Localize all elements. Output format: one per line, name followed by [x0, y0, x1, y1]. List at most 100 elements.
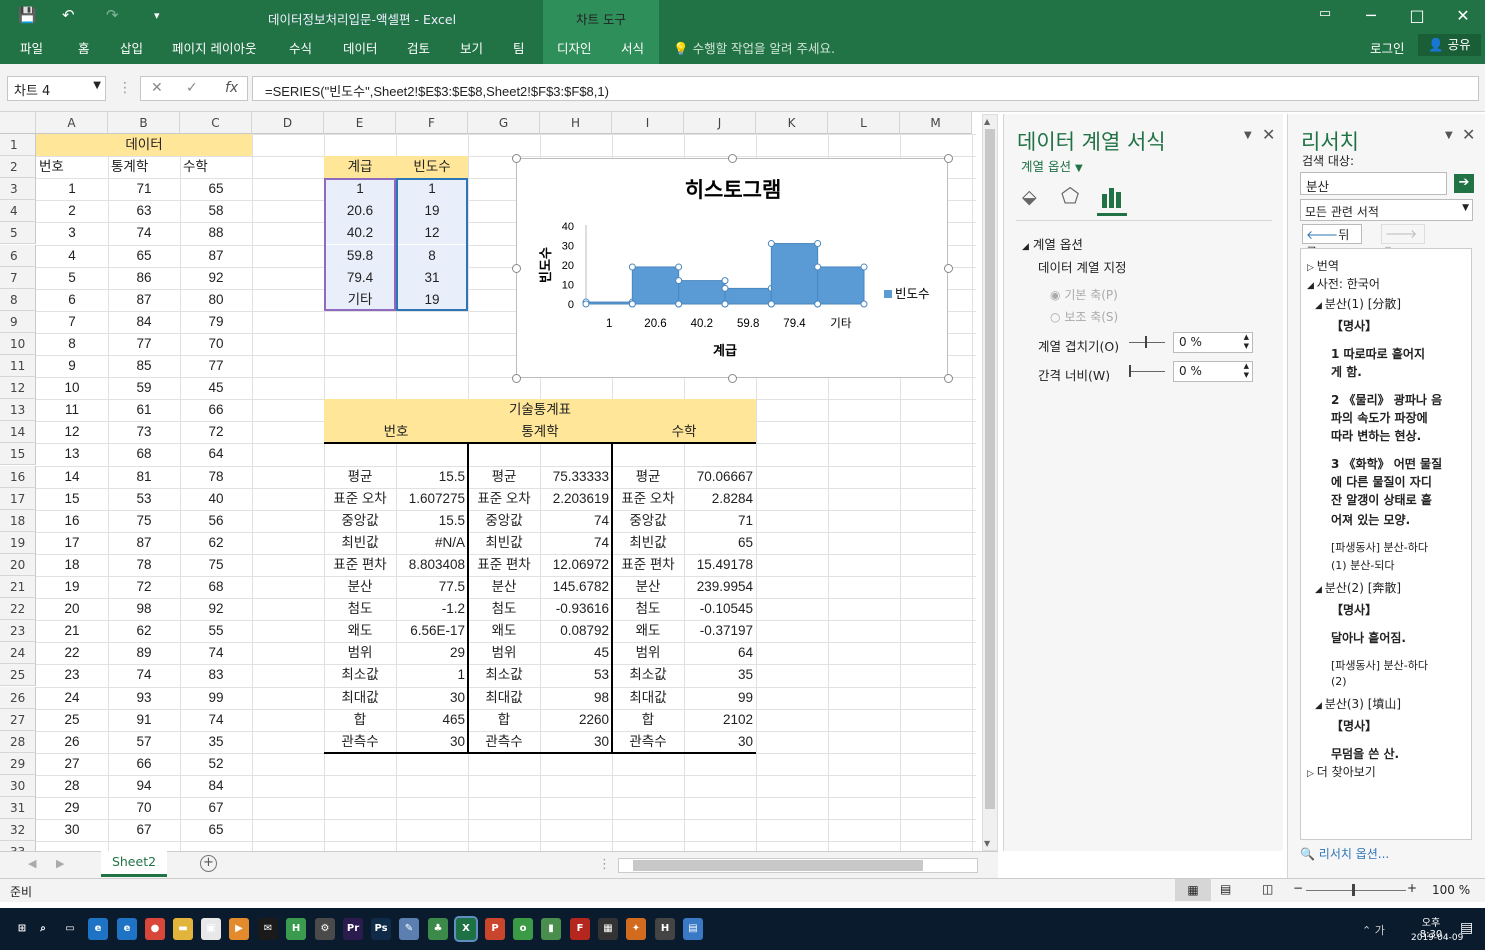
- enter-icon[interactable]: ✓: [186, 80, 198, 96]
- app-icon[interactable]: ♣: [428, 918, 448, 940]
- app-icon[interactable]: ▤: [683, 918, 703, 940]
- stats-value-cell[interactable]: 74: [540, 532, 612, 554]
- data-cell[interactable]: 28: [36, 775, 108, 797]
- next-sheet-icon[interactable]: ▶: [56, 857, 64, 870]
- data-cell[interactable]: 61: [108, 399, 180, 421]
- row-header-6[interactable]: 6: [0, 244, 36, 267]
- data-cell[interactable]: 55: [180, 620, 252, 642]
- stats-value-cell[interactable]: 15.5: [396, 510, 468, 532]
- column-header-e[interactable]: E: [324, 112, 396, 134]
- tab-formulas[interactable]: 수식: [289, 38, 312, 57]
- premiere-icon[interactable]: Pr: [343, 918, 363, 940]
- data-cell[interactable]: 87: [108, 289, 180, 311]
- data-cell[interactable]: 9: [36, 355, 108, 377]
- media-icon[interactable]: ▶: [229, 918, 249, 940]
- secondary-axis-radio[interactable]: ○ 보조 축(S): [1050, 308, 1118, 325]
- data-cell[interactable]: 78: [108, 554, 180, 576]
- row-header-10[interactable]: 10: [0, 332, 36, 355]
- stats-value-cell[interactable]: 2102: [684, 709, 756, 731]
- row-header-31[interactable]: 31: [0, 797, 36, 820]
- mail-icon[interactable]: ✉: [258, 918, 278, 940]
- data-cell[interactable]: 70: [180, 333, 252, 355]
- cancel-icon[interactable]: ✕: [151, 80, 163, 96]
- row-header-2[interactable]: 2: [0, 156, 36, 179]
- pane-options-icon[interactable]: ▼: [1445, 130, 1453, 141]
- data-column-header[interactable]: 통계학: [108, 156, 180, 178]
- stats-value-cell[interactable]: 70.06667: [684, 466, 756, 488]
- stats-value-cell[interactable]: 0.08792: [540, 620, 612, 642]
- data-cell[interactable]: 56: [180, 510, 252, 532]
- row-header-7[interactable]: 7: [0, 266, 36, 289]
- research-result-line[interactable]: 에 다른 물질이 자디: [1331, 473, 1432, 493]
- stats-label-cell[interactable]: 중앙값: [612, 510, 684, 532]
- stats-value-cell[interactable]: 75.33333: [540, 466, 612, 488]
- row-header-4[interactable]: 4: [0, 200, 36, 223]
- stats-value-cell[interactable]: 29: [396, 642, 468, 664]
- stats-value-cell[interactable]: 15.5: [396, 466, 468, 488]
- research-result-line[interactable]: 게 함.: [1331, 363, 1362, 383]
- stats-title-cell[interactable]: 기술통계표: [324, 399, 756, 422]
- stats-label-cell[interactable]: 최대값: [612, 687, 684, 709]
- freq-header-cell[interactable]: 계급: [324, 156, 396, 179]
- tab-review[interactable]: 검토: [407, 38, 430, 57]
- stats-label-cell[interactable]: 왜도: [612, 620, 684, 642]
- stats-value-cell[interactable]: -0.10545: [684, 598, 756, 620]
- stats-value-cell[interactable]: 145.6782: [540, 576, 612, 598]
- data-cell[interactable]: 18: [36, 554, 108, 576]
- research-result-line[interactable]: (1) 분산-되다: [1331, 557, 1395, 576]
- column-header-j[interactable]: J: [684, 112, 756, 134]
- store-icon[interactable]: ▣: [201, 918, 221, 940]
- stats-value-cell[interactable]: 15.49178: [684, 554, 756, 576]
- research-result-line[interactable]: ▷ 더 찾아보기: [1307, 763, 1376, 783]
- research-result-line[interactable]: 파의 속도가 파장에: [1331, 409, 1428, 429]
- data-cell[interactable]: 1: [36, 178, 108, 200]
- data-cell[interactable]: 75: [108, 510, 180, 532]
- data-cell[interactable]: 80: [180, 289, 252, 311]
- stats-label-cell[interactable]: 첨도: [612, 598, 684, 620]
- stats-value-cell[interactable]: 99: [684, 687, 756, 709]
- stats-label-cell[interactable]: 최빈값: [468, 532, 540, 554]
- research-options-link[interactable]: 🔍 리서치 옵션...: [1300, 845, 1389, 862]
- row-header-16[interactable]: 16: [0, 465, 36, 488]
- row-header-8[interactable]: 8: [0, 288, 36, 311]
- data-cell[interactable]: 93: [108, 687, 180, 709]
- research-source-select[interactable]: 모든 관련 서적 ▼: [1300, 199, 1473, 221]
- overlap-slider-thumb[interactable]: [1145, 336, 1147, 348]
- row-header-1[interactable]: 1: [0, 134, 36, 157]
- research-result-line[interactable]: 3 《화학》 어떤 물질: [1331, 455, 1442, 475]
- tab-view[interactable]: 보기: [460, 38, 483, 57]
- data-cell[interactable]: 68: [180, 576, 252, 598]
- stats-label-cell[interactable]: 왜도: [468, 620, 540, 642]
- prev-sheet-icon[interactable]: ◀: [28, 857, 36, 870]
- close-icon[interactable]: ✕: [1448, 6, 1478, 25]
- start-icon[interactable]: ⊞: [12, 918, 32, 940]
- series-options-tab[interactable]: [1097, 182, 1127, 216]
- tool-icon[interactable]: ⚙: [315, 918, 335, 940]
- research-search-input[interactable]: 분산: [1300, 172, 1447, 195]
- data-cell[interactable]: 23: [36, 664, 108, 686]
- data-cell[interactable]: 99: [180, 687, 252, 709]
- hangul-icon[interactable]: H: [655, 918, 675, 940]
- research-result-line[interactable]: 잔 알갱이 상태로 흩: [1331, 491, 1432, 511]
- chrome-icon[interactable]: ●: [145, 918, 165, 940]
- data-cell[interactable]: 73: [108, 421, 180, 443]
- stats-label-cell[interactable]: 평균: [324, 466, 396, 488]
- data-cell[interactable]: 84: [108, 311, 180, 333]
- data-cell[interactable]: 68: [108, 443, 180, 465]
- data-column-header[interactable]: 번호: [36, 156, 108, 178]
- stats-label-cell[interactable]: 범위: [324, 642, 396, 664]
- edge-icon[interactable]: e: [88, 918, 108, 940]
- back-button[interactable]: 🡐뒤로 ▼: [1302, 224, 1362, 259]
- data-cell[interactable]: 74: [108, 222, 180, 244]
- data-cell[interactable]: 77: [180, 355, 252, 377]
- data-cell[interactable]: 16: [36, 510, 108, 532]
- primary-axis-radio[interactable]: ◉ 기본 축(P): [1050, 286, 1118, 303]
- stats-label-cell[interactable]: 최소값: [468, 664, 540, 686]
- research-result-line[interactable]: ◢ 분산(2) [奔散]: [1315, 579, 1401, 599]
- row-header-30[interactable]: 30: [0, 774, 36, 797]
- data-cell[interactable]: 92: [180, 598, 252, 620]
- data-cell[interactable]: 35: [180, 731, 252, 753]
- series-options-dropdown[interactable]: 계열 옵션 ▼: [1021, 156, 1083, 175]
- data-cell[interactable]: 67: [180, 797, 252, 819]
- stats-label-cell[interactable]: 표준 편차: [468, 554, 540, 576]
